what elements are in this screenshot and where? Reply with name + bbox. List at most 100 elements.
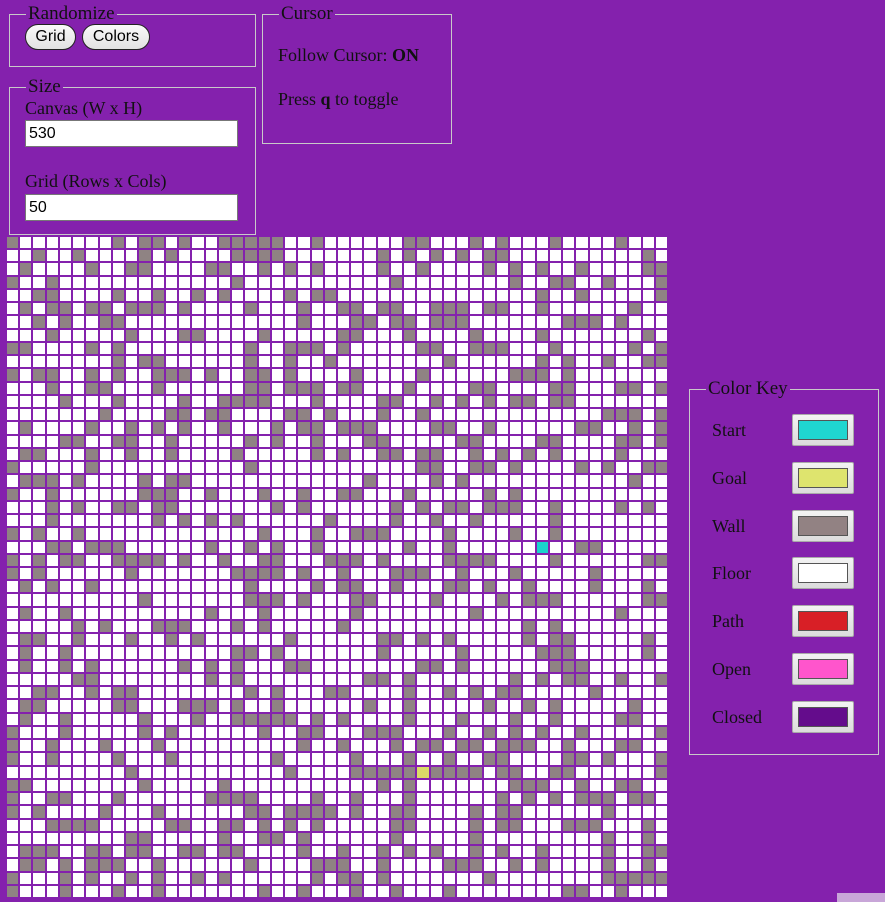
grid-cell[interactable] <box>152 806 164 818</box>
grid-cell[interactable] <box>86 567 98 580</box>
grid-cell[interactable] <box>126 316 138 328</box>
grid-cell[interactable] <box>271 554 284 566</box>
grid-cell[interactable] <box>364 713 376 725</box>
grid-cell[interactable] <box>523 859 535 871</box>
grid-cell[interactable] <box>7 634 19 646</box>
grid-cell[interactable] <box>510 541 522 553</box>
grid-cell[interactable] <box>523 501 535 514</box>
grid-cell[interactable] <box>616 726 628 739</box>
grid-cell[interactable] <box>165 581 178 593</box>
grid-cell[interactable] <box>205 488 217 500</box>
grid-cell[interactable] <box>33 740 45 752</box>
grid-cell[interactable] <box>258 687 270 699</box>
grid-cell[interactable] <box>46 753 58 765</box>
grid-cell[interactable] <box>377 342 389 355</box>
grid-cell[interactable] <box>7 594 19 606</box>
grid-cell[interactable] <box>179 369 191 381</box>
grid-cell[interactable] <box>430 263 442 275</box>
grid-cell[interactable] <box>7 885 19 897</box>
grid-cell[interactable] <box>165 819 178 831</box>
grid-cell[interactable] <box>192 369 204 381</box>
grid-cell[interactable] <box>7 448 19 461</box>
grid-cell[interactable] <box>390 329 403 341</box>
grid-cell[interactable] <box>7 673 19 686</box>
grid-cell[interactable] <box>616 316 628 328</box>
grid-cell[interactable] <box>417 885 429 897</box>
grid-cell[interactable] <box>589 846 601 858</box>
grid-cell[interactable] <box>470 885 482 897</box>
grid-cell[interactable] <box>205 766 217 778</box>
grid-cell[interactable] <box>20 289 32 302</box>
color-key-swatch-closed[interactable] <box>792 701 854 733</box>
grid-cell[interactable] <box>496 515 509 527</box>
grid-cell[interactable] <box>245 395 257 408</box>
grid-cell[interactable] <box>218 859 231 871</box>
grid-cell[interactable] <box>602 819 615 831</box>
grid-cell[interactable] <box>298 647 310 659</box>
grid-cell[interactable] <box>443 422 456 434</box>
grid-cell[interactable] <box>337 806 350 818</box>
grid-cell[interactable] <box>20 422 32 434</box>
grid-cell[interactable] <box>496 541 509 553</box>
grid-cell[interactable] <box>642 740 654 752</box>
grid-cell[interactable] <box>258 700 270 712</box>
grid-cell[interactable] <box>271 422 284 434</box>
grid-cell[interactable] <box>112 567 125 580</box>
grid-cell[interactable] <box>417 740 429 752</box>
grid-cell[interactable] <box>496 554 509 566</box>
grid-cell[interactable] <box>298 250 310 262</box>
grid-cell[interactable] <box>218 819 231 831</box>
grid-cell[interactable] <box>86 501 98 514</box>
grid-cell[interactable] <box>152 475 164 487</box>
grid-cell[interactable] <box>364 501 376 514</box>
grid-cell[interactable] <box>616 382 628 394</box>
grid-cell[interactable] <box>179 673 191 686</box>
grid-cell[interactable] <box>59 356 72 368</box>
grid-cell[interactable] <box>298 342 310 355</box>
grid-cell[interactable] <box>549 342 562 355</box>
grid-cell[interactable] <box>33 329 45 341</box>
grid-cell[interactable] <box>337 501 350 514</box>
grid-cell[interactable] <box>563 303 575 315</box>
grid-cell[interactable] <box>337 713 350 725</box>
grid-cell[interactable] <box>417 395 429 408</box>
grid-cell[interactable] <box>112 250 125 262</box>
grid-cell[interactable] <box>205 753 217 765</box>
grid-cell[interactable] <box>152 316 164 328</box>
grid-cell[interactable] <box>616 779 628 792</box>
grid-cell[interactable] <box>218 422 231 434</box>
grid-cell[interactable] <box>311 237 323 249</box>
grid-cell[interactable] <box>642 700 654 712</box>
grid-cell[interactable] <box>536 660 548 672</box>
grid-cell[interactable] <box>589 806 601 818</box>
grid-cell[interactable] <box>351 289 363 302</box>
grid-cell[interactable] <box>351 263 363 275</box>
grid-cell[interactable] <box>377 276 389 288</box>
grid-cell[interactable] <box>351 581 363 593</box>
grid-cell[interactable] <box>271 541 284 553</box>
grid-cell[interactable] <box>20 276 32 288</box>
grid-cell[interactable] <box>311 700 323 712</box>
grid-cell[interactable] <box>496 316 509 328</box>
grid-cell[interactable] <box>457 488 469 500</box>
grid-cell[interactable] <box>457 435 469 447</box>
grid-cell[interactable] <box>470 369 482 381</box>
grid-cell[interactable] <box>576 607 588 619</box>
grid-cell[interactable] <box>443 620 456 633</box>
grid-cell[interactable] <box>655 687 667 699</box>
grid-cell[interactable] <box>616 289 628 302</box>
grid-cell[interactable] <box>430 740 442 752</box>
grid-cell[interactable] <box>86 462 98 474</box>
grid-cell[interactable] <box>59 329 72 341</box>
grid-cell[interactable] <box>470 594 482 606</box>
grid-cell[interactable] <box>165 435 178 447</box>
grid-cell[interactable] <box>404 872 416 884</box>
pathfinding-grid[interactable] <box>6 236 668 898</box>
grid-cell[interactable] <box>470 567 482 580</box>
grid-cell[interactable] <box>523 356 535 368</box>
grid-cell[interactable] <box>271 806 284 818</box>
grid-cell[interactable] <box>20 766 32 778</box>
grid-cell[interactable] <box>126 250 138 262</box>
grid-cell[interactable] <box>298 793 310 805</box>
grid-cell[interactable] <box>311 329 323 341</box>
